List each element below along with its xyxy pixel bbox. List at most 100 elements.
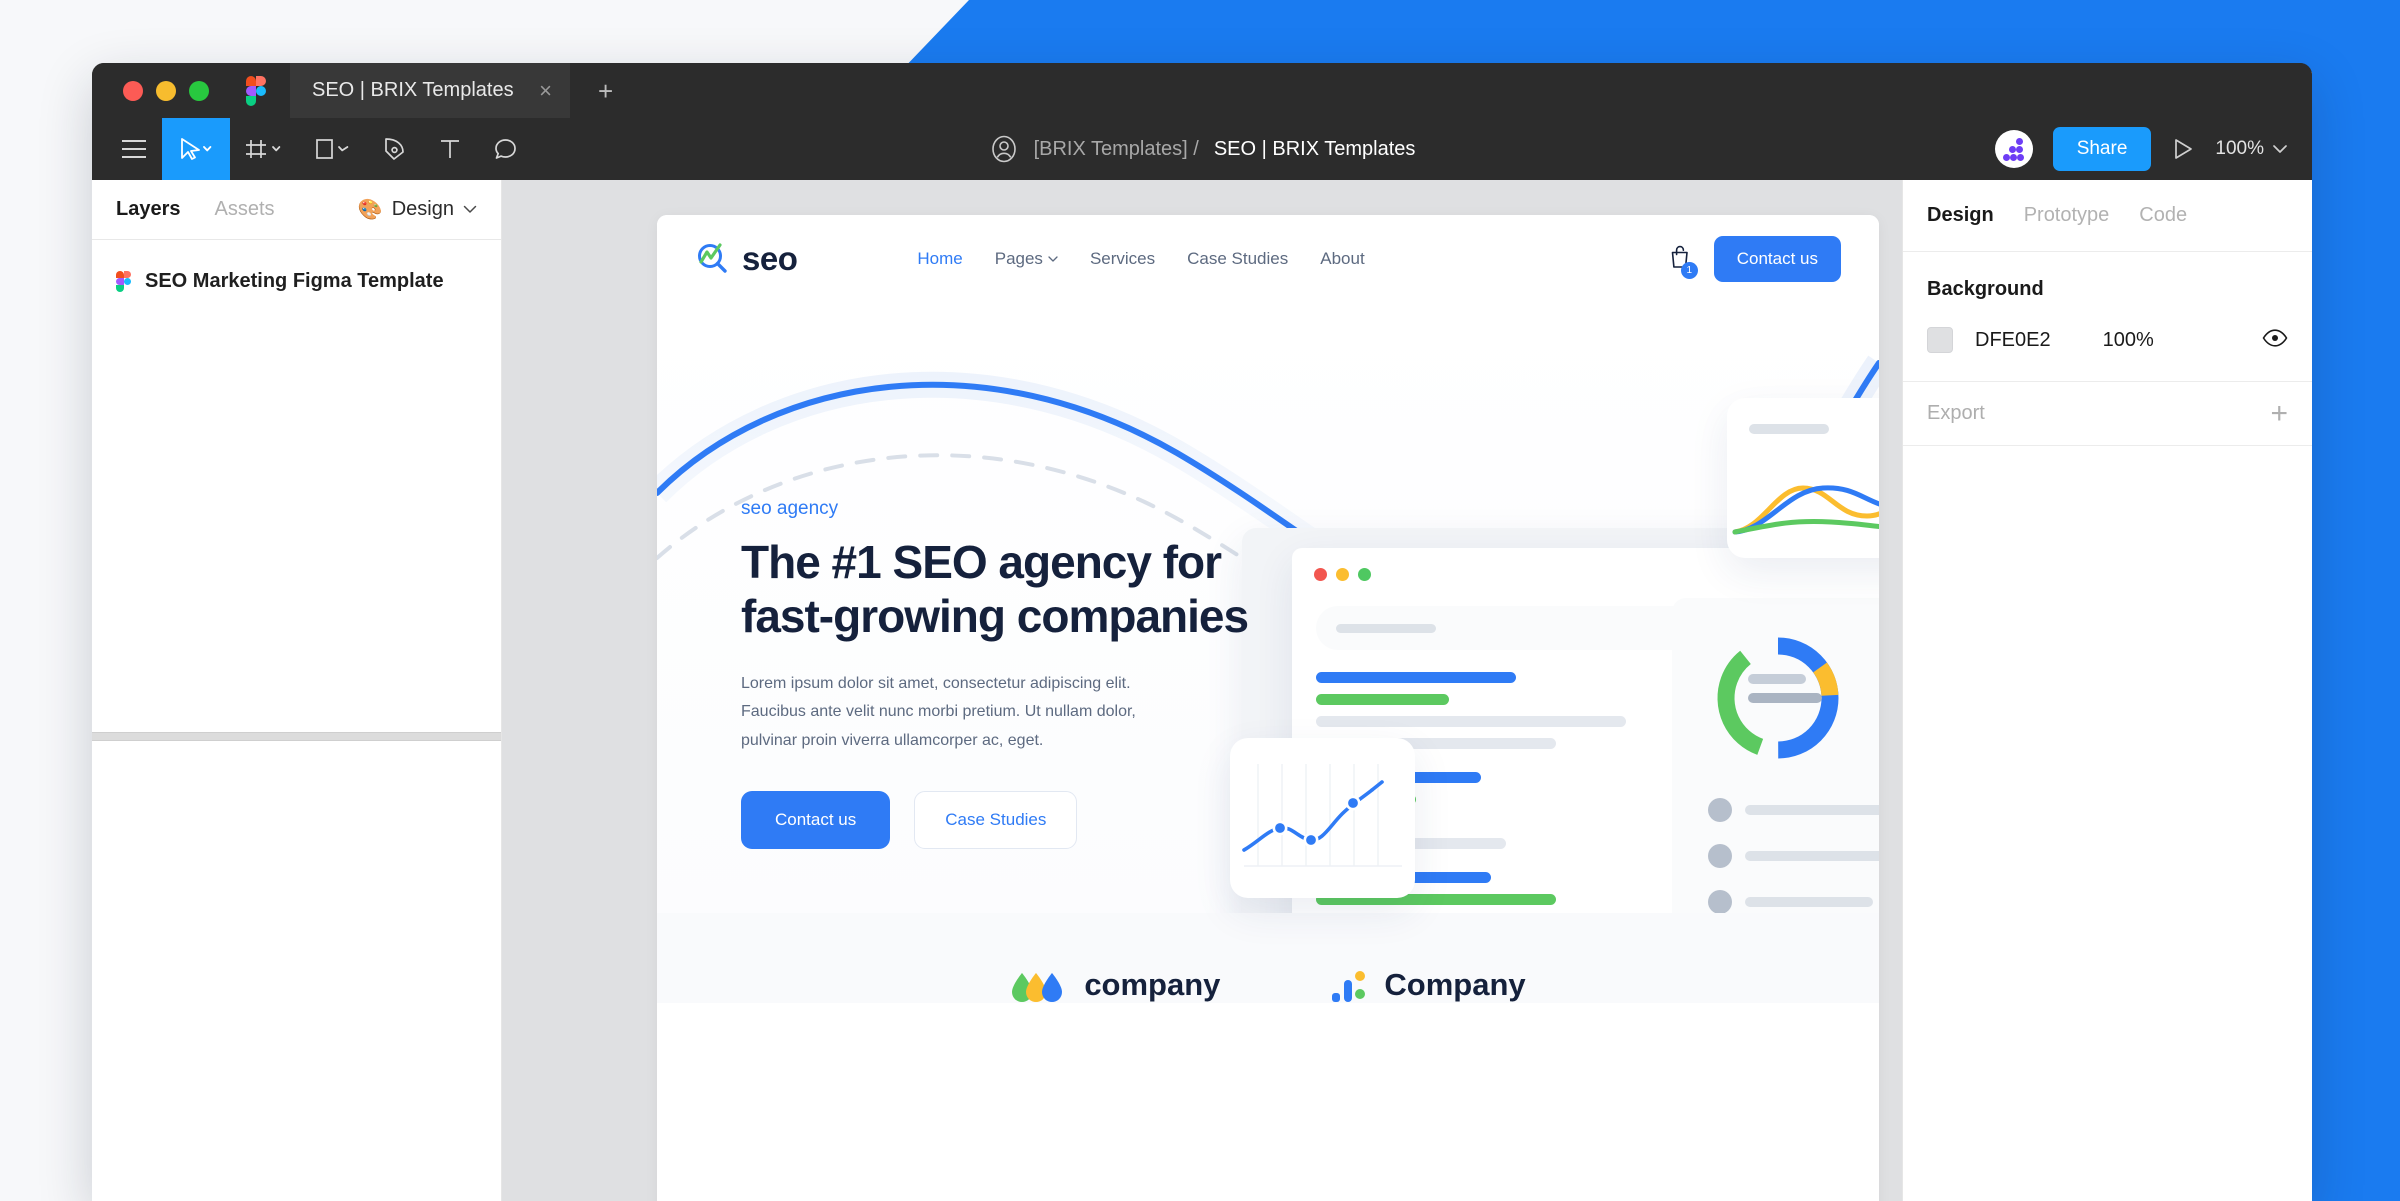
nav-link-about[interactable]: About [1320,249,1364,269]
nav-link-home[interactable]: Home [917,249,962,269]
share-button[interactable]: Share [2052,127,2152,171]
wave-card-header [1727,398,1879,436]
window-titlebar: SEO | BRIX Templates × + [92,63,2312,118]
background-opacity-value[interactable]: 100% [2103,329,2154,352]
hero-paragraph: Lorem ipsum dolor sit amet, consectetur … [741,670,1301,755]
left-panel-lower-section [92,741,501,1201]
left-panel-tabs: Layers Assets 🎨 Design [92,180,501,240]
frame-tool-icon[interactable] [230,118,298,180]
minimize-window-button[interactable] [156,80,176,101]
site-logo-text: seo [742,240,798,277]
shape-tool-icon[interactable] [298,118,366,180]
pen-tool-icon[interactable] [366,118,422,180]
page-title: The #1 SEO agency for fast-growing compa… [741,536,1301,644]
comment-tool-icon[interactable] [478,118,534,180]
nav-link-pages[interactable]: Pages [995,249,1058,269]
partner-logo-name: Company [1384,967,1526,1002]
site-nav-links: Home Pages Services Case Studies About [917,249,1364,269]
panel-divider[interactable] [92,732,501,741]
bars-logo-icon [1332,971,1366,1002]
tab-code[interactable]: Code [2139,204,2187,227]
design-canvas[interactable]: seo Home Pages Services Case Studies Abo… [502,180,1902,1201]
export-section: Export + [1903,382,2312,446]
hero-paragraph-line-3: pulvinar proin viverra ullamcorper ac, e… [741,731,1044,749]
file-tab[interactable]: SEO | BRIX Templates × [290,63,570,118]
add-export-icon[interactable]: + [2270,398,2288,429]
browser-close-dot [1314,567,1327,581]
site-nav-right: 1 Contact us [1668,236,1841,282]
maximize-window-button[interactable] [189,80,209,101]
hero-eyebrow: seo agency [741,498,839,519]
list-item [1708,798,1879,822]
text-tool-icon[interactable] [422,118,478,180]
tab-assets[interactable]: Assets [215,198,275,221]
close-icon[interactable]: × [539,79,552,102]
figma-toolbar: [BRIX Templates] / SEO | BRIX Templates … [92,118,2312,180]
list-item[interactable]: SEO Marketing Figma Template [92,262,501,301]
left-panel: Layers Assets 🎨 Design SEO Marketing Fig… [92,180,502,1201]
donut-label-bar [1748,674,1806,684]
design-file-switch[interactable]: 🎨 Design [358,197,477,222]
move-tool-icon[interactable] [162,118,230,180]
partner-logo-strip: company Company [657,913,1879,1003]
palette-icon: 🎨 [357,199,383,221]
color-swatch[interactable] [1927,327,1953,353]
partner-logo-name: company [1084,967,1221,1002]
site-logo[interactable]: seo [695,240,798,278]
blue-accent-wedge [900,0,2400,72]
site-navbar: seo Home Pages Services Case Studies Abo… [657,215,1879,303]
figma-file-icon [116,270,131,293]
floating-wave-chart-card [1727,398,1879,558]
layer-list: SEO Marketing Figma Template [92,240,501,732]
browser-maximize-dot [1358,567,1371,581]
browser-minimize-dot [1336,567,1349,581]
nav-link-case-studies[interactable]: Case Studies [1187,249,1288,269]
hero-title-line-1: The #1 SEO agency for [741,536,1222,588]
hero-section: seo agency The #1 SEO agency for fast-gr… [657,303,1879,1003]
list-item [1708,844,1879,868]
breadcrumb-team[interactable]: [BRIX Templates] / [1034,138,1199,161]
traffic-light-controls [92,80,209,101]
tab-layers[interactable]: Layers [116,198,181,221]
play-icon[interactable] [2171,137,2195,161]
zoom-level-control[interactable]: 100% [2215,138,2288,160]
eye-icon[interactable] [2262,328,2288,352]
breadcrumb-file[interactable]: SEO | BRIX Templates [1214,138,1416,161]
blue-accent-band [2312,0,2400,1201]
design-switch-label: Design [391,198,454,220]
artboard[interactable]: seo Home Pages Services Case Studies Abo… [657,215,1879,1201]
shopping-bag-icon[interactable]: 1 [1668,244,1698,279]
avatar[interactable] [1994,130,2033,168]
background-section: Background DFE0E2 100% [1903,252,2312,382]
seo-magnifier-icon [698,243,727,273]
figma-app-window: SEO | BRIX Templates × + [BRIX Templates… [92,63,2312,1201]
wave-chart [1732,485,1879,535]
close-window-button[interactable] [123,80,143,101]
zoom-level-value: 100% [2215,138,2264,159]
layer-name: SEO Marketing Figma Template [145,270,444,292]
user-profile-icon[interactable] [989,134,1019,164]
cart-badge: 1 [1680,261,1698,279]
nav-link-services[interactable]: Services [1090,249,1155,269]
tab-design[interactable]: Design [1927,204,1994,227]
hero-text-block: seo agency The #1 SEO agency for fast-gr… [741,498,1301,850]
nav-link-pages-label: Pages [994,249,1043,268]
chevron-down-icon [463,205,477,213]
main-menu-icon[interactable] [106,118,162,180]
chevron-down-icon [1048,255,1058,262]
tab-prototype[interactable]: Prototype [2024,204,2110,227]
figma-logo-icon [246,75,266,106]
donut-center-labels [1748,674,1822,703]
background-section-title: Background [1927,278,2044,300]
panel-list [1672,798,1879,914]
hero-title-line-2: fast-growing companies [741,589,1249,642]
droplets-logo-icon [1012,973,1063,1002]
export-section-title: Export [1927,402,1985,424]
hero-case-studies-button[interactable]: Case Studies [914,791,1078,850]
result-bar [1316,694,1449,705]
nav-contact-us-button[interactable]: Contact us [1713,236,1841,282]
background-hex-value[interactable]: DFE0E2 [1975,329,2051,352]
hero-contact-us-button[interactable]: Contact us [741,791,891,850]
partner-logo-company-1: company [1010,967,1220,1003]
new-tab-icon[interactable]: + [598,78,613,104]
